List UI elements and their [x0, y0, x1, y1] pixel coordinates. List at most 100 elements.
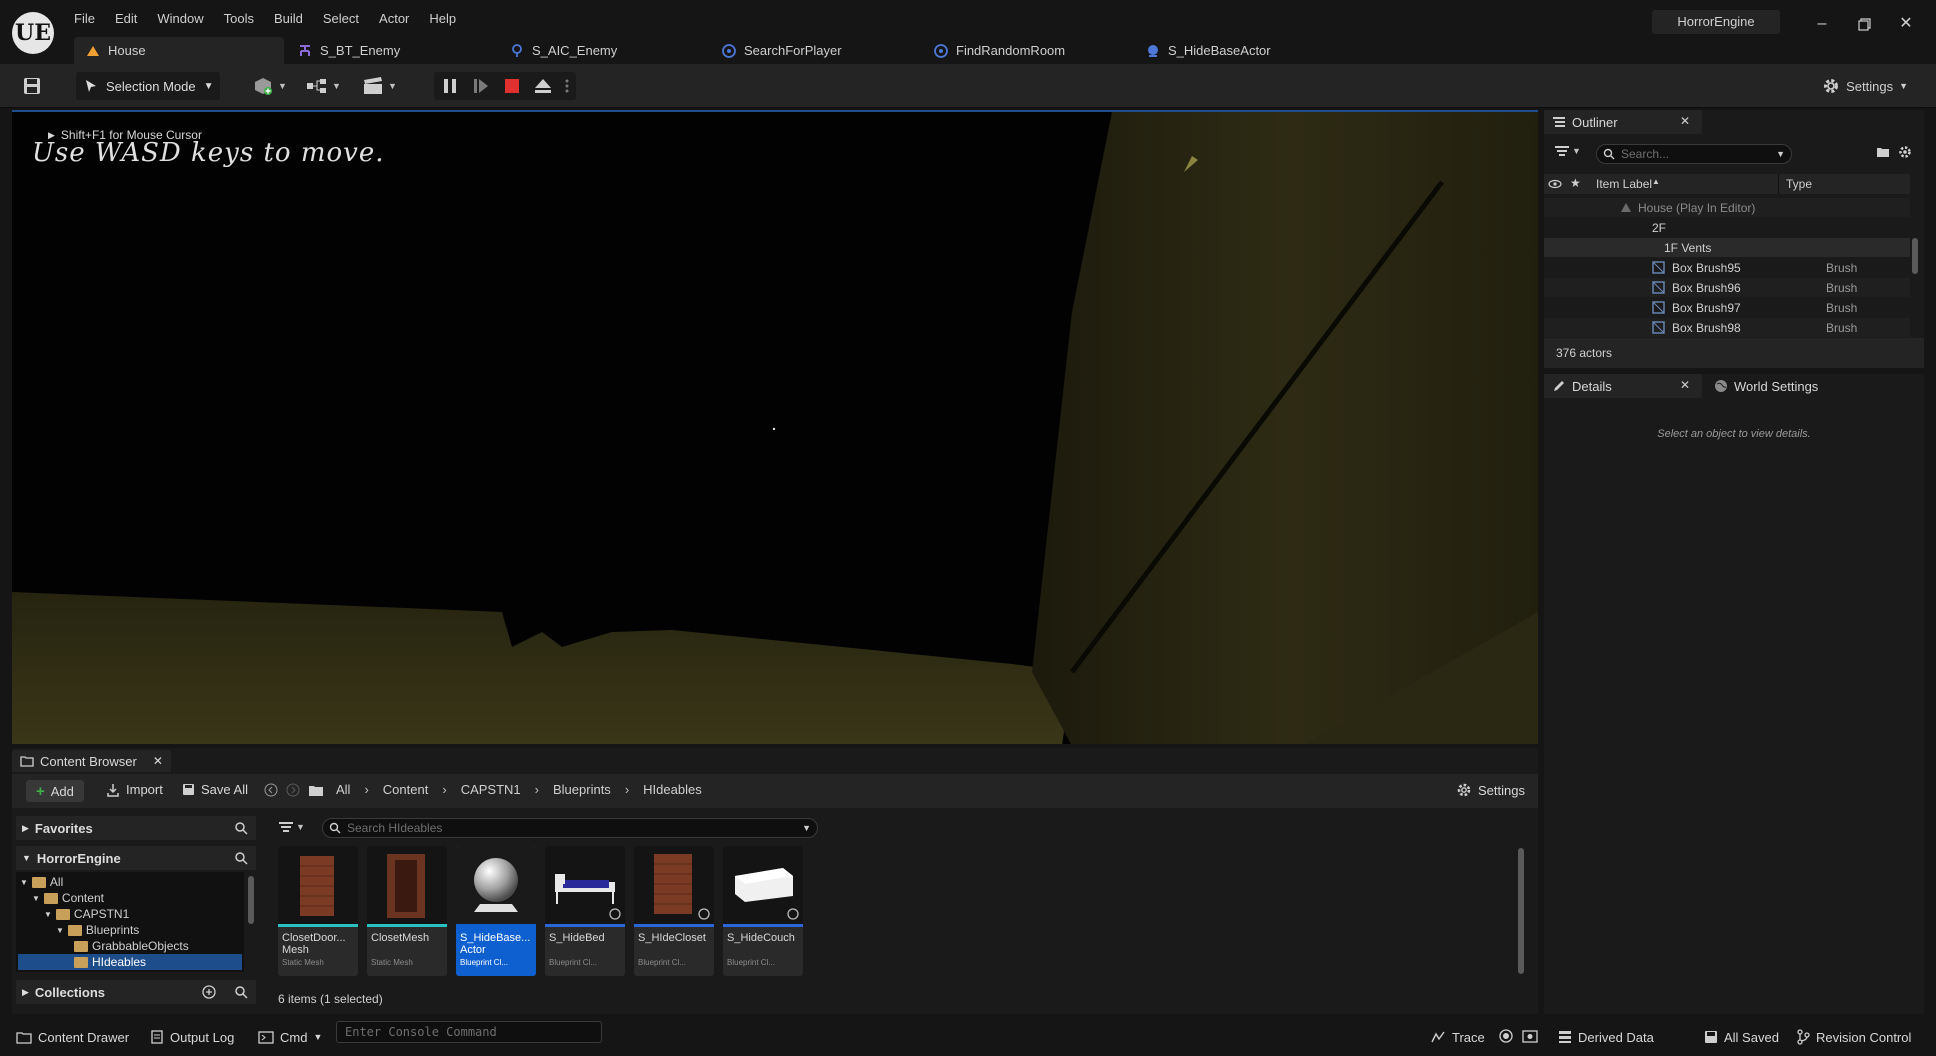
tree-row-2f[interactable]: 2F — [1544, 218, 1910, 237]
breadcrumb-capstn1[interactable]: CAPSTN1 — [461, 782, 521, 797]
close-icon[interactable]: ✕ — [1894, 12, 1918, 36]
more-options-icon[interactable] — [564, 76, 570, 96]
blueprints-menu-button[interactable]: ▼ — [306, 78, 341, 94]
tree-row-house[interactable]: House (Play In Editor) — [1544, 198, 1910, 217]
pause-icon[interactable] — [440, 76, 460, 96]
import-button[interactable]: Import — [106, 782, 163, 797]
tab-s-aic-enemy[interactable]: S_AIC_Enemy — [498, 37, 698, 64]
restore-icon[interactable] — [1852, 12, 1876, 36]
breadcrumb-content[interactable]: Content — [383, 782, 429, 797]
folder-blueprints[interactable]: ▼ Blueprints — [56, 922, 139, 938]
filter-button[interactable]: ▼ — [1554, 144, 1581, 158]
close-details-icon[interactable]: ✕ — [1680, 378, 1690, 392]
folder-content[interactable]: ▼ Content — [32, 890, 104, 906]
outliner-scrollbar[interactable] — [1912, 238, 1918, 274]
asset-tile[interactable]: S_HIdeCloset Blueprint Cl... — [634, 846, 714, 976]
screenshot-icon[interactable] — [1522, 1028, 1538, 1054]
tab-search-for-player[interactable]: SearchForPlayer — [710, 37, 910, 64]
menu-window[interactable]: Window — [147, 8, 213, 30]
add-actor-button[interactable]: ▼ — [252, 76, 287, 96]
save-icon[interactable] — [22, 76, 42, 96]
eye-icon[interactable] — [1548, 177, 1562, 191]
folder-hideables[interactable]: HIdeables — [18, 954, 242, 970]
project-section[interactable]: ▼ HorrorEngine — [16, 846, 256, 870]
star-icon[interactable]: ★ — [1570, 176, 1581, 190]
tab-details[interactable]: Details — [1544, 374, 1702, 398]
breadcrumb-all[interactable]: All — [336, 782, 350, 797]
selection-mode-dropdown[interactable]: Selection Mode ▼ — [76, 72, 220, 100]
asset-scrollbar[interactable] — [1518, 848, 1524, 974]
asset-tile-selected[interactable]: S_HideBase... Actor Blueprint Cl... — [456, 846, 536, 976]
cmd-dropdown[interactable]: Cmd ▼ — [258, 1024, 322, 1050]
forward-icon[interactable] — [286, 783, 300, 797]
tab-s-hide-base-actor[interactable]: S_HideBaseActor — [1134, 37, 1334, 64]
back-icon[interactable] — [264, 783, 278, 797]
folder-label: Content — [61, 891, 104, 905]
record-icon[interactable] — [1498, 1028, 1514, 1054]
settings-button[interactable]: Settings ▼ — [1822, 74, 1908, 98]
folder-grabbable-objects[interactable]: GrabbableObjects — [74, 938, 189, 954]
asset-tile[interactable]: S_HideBed Blueprint Cl... — [545, 846, 625, 976]
search-icon[interactable] — [234, 851, 248, 865]
close-icon[interactable]: ✕ — [153, 754, 163, 768]
eject-icon[interactable] — [533, 76, 553, 96]
menu-tools[interactable]: Tools — [214, 8, 264, 30]
tree-row-box-brush95[interactable]: Box Brush95 Brush — [1544, 258, 1910, 277]
add-collection-icon[interactable] — [202, 985, 216, 999]
cb-settings-button[interactable]: Settings — [1456, 782, 1525, 798]
revision-control-button[interactable]: Revision Control — [1796, 1024, 1911, 1050]
col-item-label[interactable]: Item Label — [1596, 177, 1652, 191]
new-folder-icon[interactable] — [1876, 146, 1890, 158]
menu-actor[interactable]: Actor — [369, 8, 419, 30]
tab-house[interactable]: House — [74, 37, 284, 64]
tab-world-settings[interactable]: World Settings — [1706, 374, 1906, 398]
tab-s-bt-enemy[interactable]: S_BT_Enemy — [286, 37, 486, 64]
asset-tile[interactable]: S_HideCouch Blueprint Cl... — [723, 846, 803, 976]
cinematics-button[interactable]: ▼ — [362, 76, 397, 96]
tree-row-box-brush98[interactable]: Box Brush98 Brush — [1544, 318, 1910, 337]
search-icon[interactable] — [234, 985, 248, 999]
asset-search-input[interactable]: Search HIdeables ▼ — [322, 818, 818, 838]
asset-filter-button[interactable]: ▼ — [278, 820, 305, 834]
tree-row-box-brush96[interactable]: Box Brush96 Brush — [1544, 278, 1910, 297]
folder-tree-scrollbar[interactable] — [248, 876, 254, 924]
menu-help[interactable]: Help — [419, 8, 466, 30]
favorites-section[interactable]: ▶ Favorites — [16, 816, 256, 840]
folder-all[interactable]: ▼ All — [20, 874, 63, 890]
outliner-settings-icon[interactable] — [1898, 145, 1912, 159]
add-button[interactable]: + Add — [26, 780, 84, 802]
asset-tile[interactable]: ClosetDoor... Mesh Static Mesh — [278, 846, 358, 976]
close-outliner-icon[interactable]: ✕ — [1680, 114, 1690, 128]
console-command-input[interactable]: Enter Console Command — [336, 1021, 602, 1043]
derived-data-button[interactable]: Derived Data — [1558, 1024, 1654, 1050]
level-viewport[interactable] — [12, 110, 1538, 744]
menu-file[interactable]: File — [64, 8, 105, 30]
breadcrumb-hideables[interactable]: HIdeables — [643, 782, 702, 797]
save-all-button[interactable]: Save All — [182, 782, 248, 797]
menu-select[interactable]: Select — [313, 8, 369, 30]
trace-button[interactable]: Trace — [1430, 1024, 1485, 1050]
unreal-logo-icon[interactable]: UE — [12, 12, 54, 54]
col-type[interactable]: Type — [1786, 177, 1812, 191]
tab-content-browser[interactable]: Content Browser ✕ — [12, 750, 171, 772]
asset-tile[interactable]: ClosetMesh Static Mesh — [367, 846, 447, 976]
tab-find-random-room[interactable]: FindRandomRoom — [922, 37, 1122, 64]
output-log-button[interactable]: Output Log — [150, 1024, 234, 1050]
tree-row-box-brush97[interactable]: Box Brush97 Brush — [1544, 298, 1910, 317]
tree-row-1f-vents[interactable]: 1F Vents — [1544, 238, 1910, 257]
folder-capstn1[interactable]: ▼ CAPSTN1 — [44, 906, 129, 922]
stop-icon[interactable] — [502, 76, 522, 96]
minimize-icon[interactable]: – — [1810, 12, 1834, 36]
collections-section[interactable]: ▶ Collections — [16, 980, 256, 1004]
folder-icon[interactable] — [308, 784, 324, 797]
menu-edit[interactable]: Edit — [105, 8, 147, 30]
search-icon[interactable] — [234, 821, 248, 835]
all-saved-button[interactable]: All Saved — [1704, 1024, 1779, 1050]
content-drawer-button[interactable]: Content Drawer — [16, 1024, 129, 1050]
tab-outliner[interactable]: Outliner — [1544, 110, 1702, 134]
menu-build[interactable]: Build — [264, 8, 313, 30]
breadcrumb-blueprints[interactable]: Blueprints — [553, 782, 611, 797]
outliner-search-input[interactable]: Search... ▼ — [1596, 144, 1792, 164]
step-forward-icon[interactable] — [471, 76, 491, 96]
tab-label: House — [108, 43, 146, 58]
